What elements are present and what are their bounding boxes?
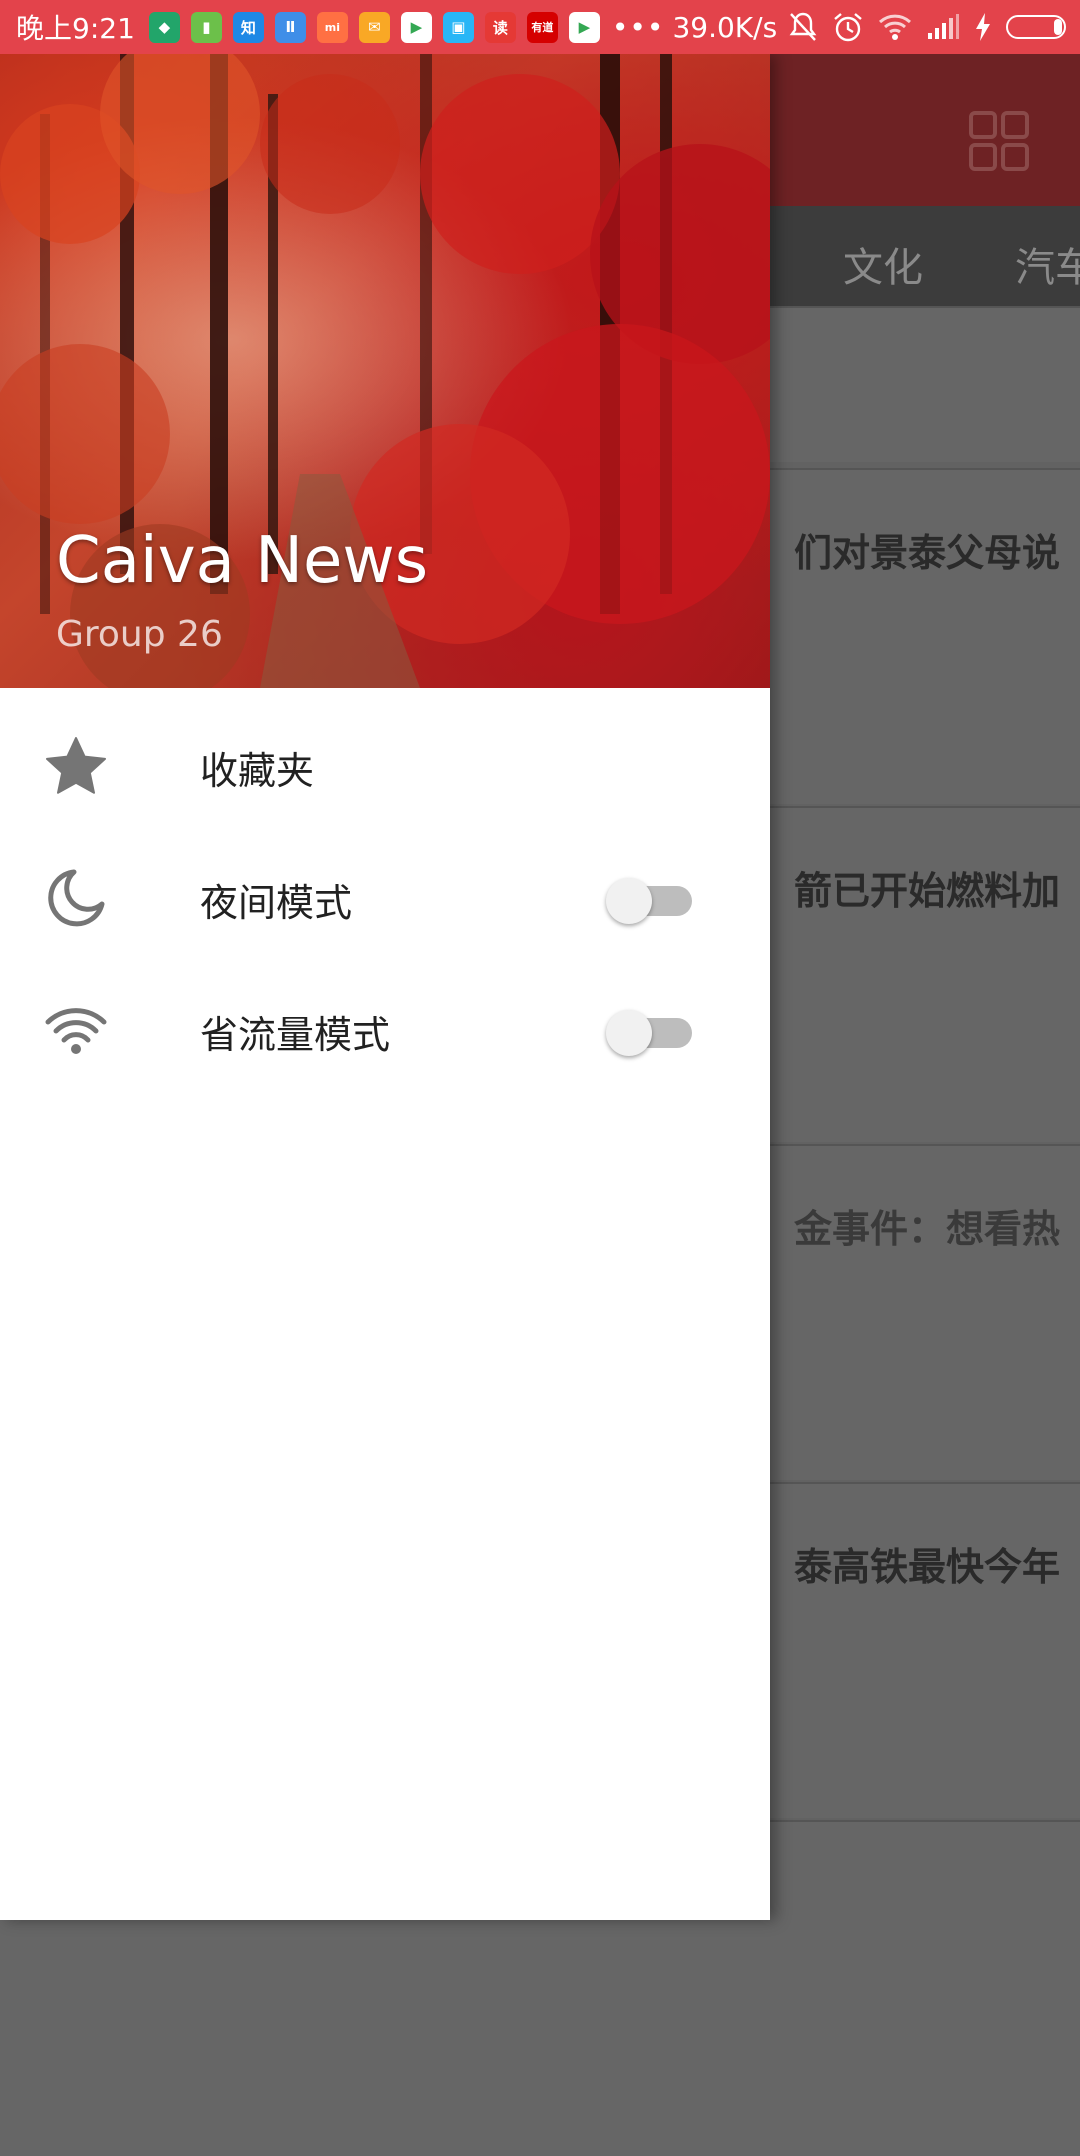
wifi-status-icon	[878, 14, 912, 40]
grid-menu-icon[interactable]	[968, 110, 1030, 172]
more-notifications-indicator: •••	[611, 10, 665, 44]
player-app-icon: ▶	[568, 11, 600, 43]
charging-icon	[976, 13, 990, 41]
news-title: 泰高铁最快今年	[793, 1545, 1060, 1589]
star-icon	[46, 737, 106, 794]
network-speed: 39.0K/s	[672, 10, 778, 44]
battery-icon	[1006, 15, 1066, 39]
status-time: 晚上9:21	[16, 12, 135, 45]
shield-app-icon: ◆	[148, 11, 180, 43]
zhihu-app-icon: 知	[232, 11, 264, 43]
menu-item-favorites[interactable]: 收藏夹	[0, 700, 770, 832]
menu-label-night-mode: 夜间模式	[200, 881, 353, 925]
status-bar: 晚上9:21 ◆ ▮ 知 Ⅱmi ✉ ▶ ▣ 读有道 ▶ ••• 39.0K/s	[0, 0, 1080, 54]
menu-label-data-saver: 省流量模式	[200, 1013, 391, 1057]
box-app-icon: ▣	[442, 11, 474, 43]
battery-app-icon: ▮	[190, 11, 222, 43]
read-app-icon: 读	[484, 11, 516, 43]
mail-app-icon: ✉	[358, 11, 390, 43]
alarm-icon	[834, 13, 862, 42]
night-mode-switch[interactable]	[606, 872, 698, 928]
menu-label-favorites: 收藏夹	[200, 749, 315, 793]
switch-thumb	[606, 1010, 652, 1056]
video-app-icon: ▶	[400, 11, 432, 43]
mi-store-app-icon: mi	[316, 11, 348, 43]
drawer-header: Caiva News Group 26	[0, 54, 770, 688]
mute-icon	[789, 12, 817, 41]
news-title: 箭已开始燃料加	[793, 869, 1060, 913]
app-title: Caiva News	[56, 524, 429, 598]
moon-icon	[48, 869, 105, 927]
youdao-app-icon: 有道	[526, 11, 558, 43]
menu-item-data-saver[interactable]: 省流量模式	[0, 964, 770, 1096]
navigation-drawer: Caiva News Group 26 收藏夹 夜间模式 省流量模式	[0, 54, 770, 1920]
tab-auto[interactable]: 汽车	[1015, 235, 1080, 293]
news-title: 金事件：想看热	[793, 1207, 1060, 1251]
status-app-icons: ◆ ▮ 知 Ⅱmi ✉ ▶ ▣ 读有道 ▶	[148, 11, 600, 43]
switch-thumb	[606, 878, 652, 924]
wifi-icon	[45, 1008, 107, 1054]
news-title: 们对景泰父母说	[793, 531, 1060, 575]
app-subtitle: Group 26	[56, 614, 223, 655]
book-app-icon: Ⅱ	[274, 11, 306, 43]
menu-item-night-mode[interactable]: 夜间模式	[0, 832, 770, 964]
tab-culture[interactable]: 文化	[843, 235, 923, 293]
signal-icon	[928, 14, 959, 39]
data-saver-switch[interactable]	[606, 1004, 698, 1060]
